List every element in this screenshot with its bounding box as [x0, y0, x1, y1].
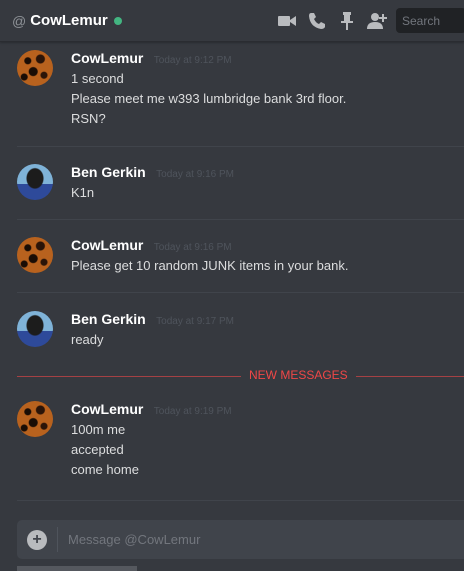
message-author[interactable]: CowLemur [71, 50, 143, 66]
online-status-icon [113, 16, 122, 25]
header-actions [276, 10, 396, 32]
dm-username-title[interactable]: CowLemur [30, 12, 108, 29]
add-friend-icon[interactable] [366, 10, 388, 32]
cow-pattern-avatar[interactable] [17, 401, 53, 437]
message-header: Ben Gerkin Today at 9:16 PM [71, 164, 234, 182]
message-input[interactable] [68, 524, 448, 555]
message-header: CowLemur Today at 9:16 PM [71, 237, 232, 255]
at-symbol: @ [12, 12, 27, 29]
message-list: CowLemur Today at 9:12 PM 1 second Pleas… [0, 42, 464, 512]
video-call-icon[interactable] [276, 10, 298, 32]
message-timestamp: Today at 9:16 PM [156, 169, 234, 180]
person-avatar[interactable] [17, 164, 53, 200]
message-text: come home [71, 462, 139, 477]
upload-plus-icon[interactable]: + [27, 529, 47, 550]
message-text: RSN? [71, 111, 106, 126]
message-divider [17, 219, 464, 220]
message-author[interactable]: CowLemur [71, 401, 143, 417]
message-divider [17, 146, 464, 147]
message-timestamp: Today at 9:16 PM [153, 242, 232, 253]
message-text: ready [71, 332, 104, 347]
message-composer: + [17, 520, 464, 559]
dm-window: @ CowLemur Search CowLemur Today at 9:12… [0, 0, 464, 571]
message-text: 1 second [71, 71, 124, 86]
message-text: Please meet me w393 lumbridge bank 3rd f… [71, 91, 347, 106]
message-divider [17, 500, 464, 501]
message-author[interactable]: Ben Gerkin [71, 311, 146, 327]
pin-icon[interactable] [336, 10, 358, 32]
message-header: Ben Gerkin Today at 9:17 PM [71, 311, 234, 329]
person-avatar[interactable] [17, 311, 53, 347]
message-divider [17, 292, 464, 293]
cow-pattern-avatar[interactable] [17, 237, 53, 273]
message-header: CowLemur Today at 9:12 PM [71, 50, 232, 68]
message-author[interactable]: CowLemur [71, 237, 143, 253]
new-messages-label: NEW MESSAGES [241, 368, 356, 382]
typing-indicator-area [17, 566, 137, 571]
voice-call-icon[interactable] [306, 10, 328, 32]
message-text: accepted [71, 442, 124, 457]
cow-pattern-avatar[interactable] [17, 50, 53, 86]
message-header: CowLemur Today at 9:19 PM [71, 401, 232, 419]
composer-separator [57, 527, 58, 552]
message-text: 100m me [71, 422, 126, 437]
message-author[interactable]: Ben Gerkin [71, 164, 146, 180]
channel-header: @ CowLemur Search [0, 0, 464, 42]
message-timestamp: Today at 9:12 PM [153, 55, 232, 66]
search-input[interactable]: Search [396, 8, 464, 33]
message-text: K1n [71, 185, 95, 200]
message-text: Please get 10 random JUNK items in your … [71, 258, 349, 273]
message-timestamp: Today at 9:17 PM [156, 316, 234, 327]
message-timestamp: Today at 9:19 PM [153, 406, 232, 417]
